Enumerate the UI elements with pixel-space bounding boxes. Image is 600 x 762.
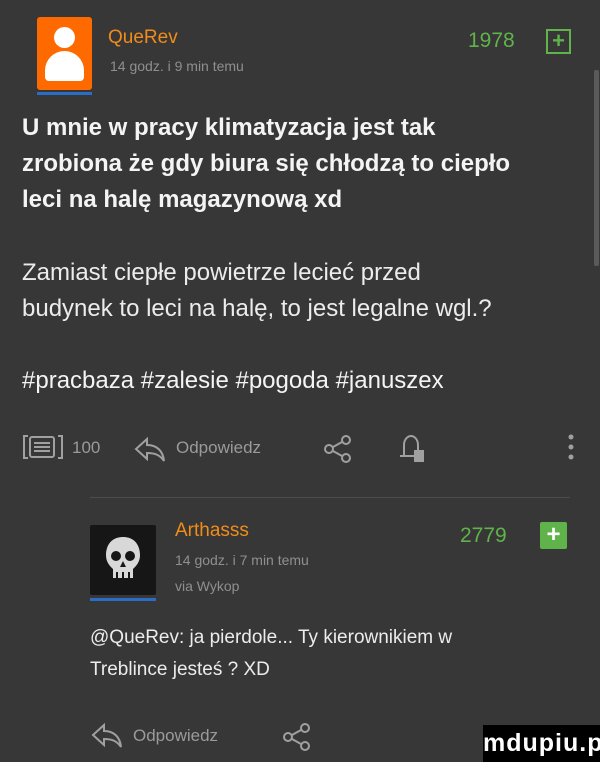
post-line: Zamiast ciepłe powietrze lecieć przed bbox=[22, 259, 421, 286]
post-body: U mnie w pracy klimatyzacja jest tak zro… bbox=[22, 110, 587, 327]
author-avatar[interactable] bbox=[37, 17, 92, 90]
scrollbar[interactable] bbox=[594, 70, 599, 266]
post-line: budynek to leci na halę, to jest legalne… bbox=[22, 295, 492, 322]
watermark: mdupiu.pl bbox=[483, 725, 600, 762]
divider bbox=[90, 497, 570, 498]
reply-reply-button[interactable]: Odpowiedz bbox=[133, 726, 218, 746]
post-line: zrobiona że gdy biura się chłodzą to cie… bbox=[22, 150, 511, 177]
reply-source: via Wykop bbox=[175, 578, 240, 594]
comment-count: 100 bbox=[72, 438, 101, 457]
reply-button[interactable]: Odpowiedz bbox=[176, 438, 261, 458]
reply-timestamp: 14 godz. i 7 min temu bbox=[175, 552, 309, 568]
post-vote-count: 1978 bbox=[468, 29, 515, 52]
post-author[interactable]: QueRev bbox=[108, 27, 178, 49]
reply-vote-count: 2779 bbox=[460, 524, 507, 547]
post-timestamp: 14 godz. i 9 min temu bbox=[110, 58, 244, 74]
user-silhouette-icon bbox=[54, 27, 75, 48]
reply-line: @QueRev: ja pierdole... Ty kierownikiem … bbox=[90, 627, 453, 648]
reply-line: Treblince jesteś ? XD bbox=[90, 659, 270, 680]
reply-upvote-button[interactable]: + bbox=[540, 522, 567, 549]
avatar-underline bbox=[37, 92, 92, 95]
post-tags[interactable]: #pracbaza #zalesie #pogoda #januszex bbox=[22, 367, 444, 395]
reply-arrow-icon[interactable] bbox=[133, 434, 167, 464]
reply-author[interactable]: Arthasss bbox=[175, 520, 249, 542]
reply-author-avatar[interactable] bbox=[90, 525, 156, 595]
post-line: U mnie w pracy klimatyzacja jest tak bbox=[22, 114, 436, 141]
skull-icon bbox=[106, 537, 140, 578]
more-options-icon[interactable] bbox=[566, 432, 576, 462]
comment-count-icon[interactable] bbox=[22, 432, 64, 462]
reply-body: @QueRev: ja pierdole... Ty kierownikiem … bbox=[90, 622, 570, 686]
notification-bell-icon[interactable] bbox=[394, 432, 428, 464]
reply-arrow-icon[interactable] bbox=[90, 720, 124, 750]
upvote-button[interactable]: + bbox=[546, 29, 571, 54]
avatar-underline bbox=[90, 598, 156, 601]
share-icon[interactable] bbox=[281, 722, 313, 752]
share-icon[interactable] bbox=[322, 434, 354, 464]
post-line: leci na halę magazynową xd bbox=[22, 186, 343, 213]
